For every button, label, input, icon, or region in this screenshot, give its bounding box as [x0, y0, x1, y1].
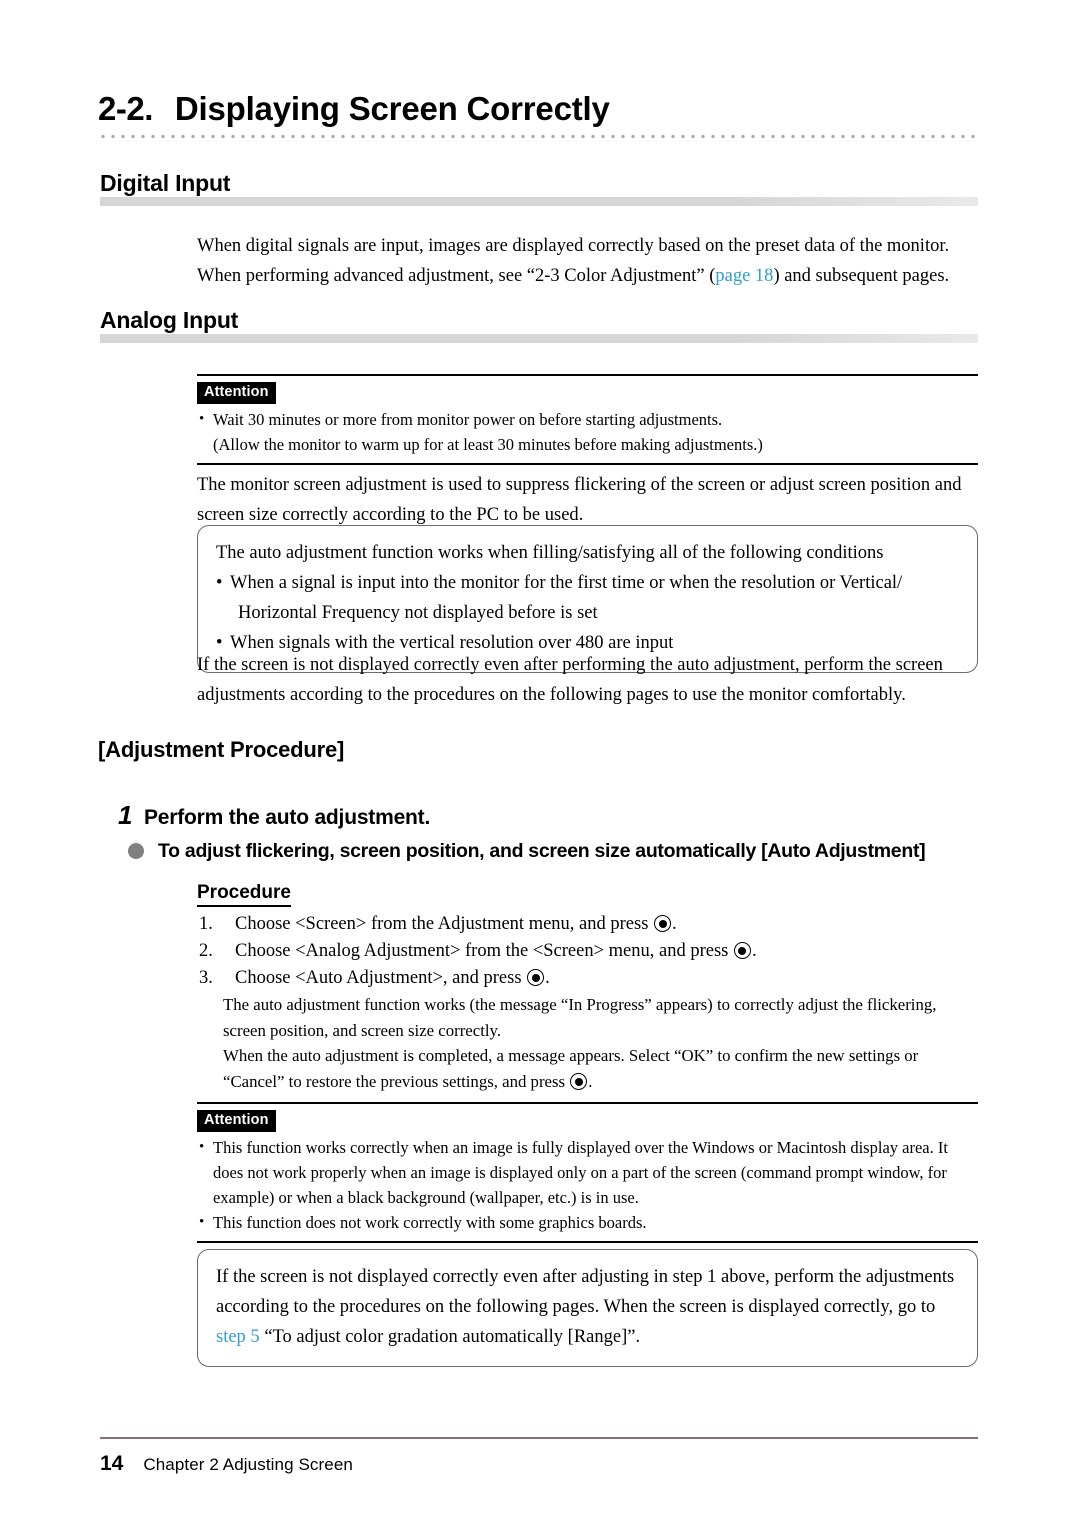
- attention-list: Wait 30 minutes or more from monitor pow…: [197, 407, 978, 457]
- footer-chapter-label: Chapter 2 Adjusting Screen: [143, 1455, 353, 1474]
- section-heading-rule: [100, 334, 978, 343]
- step-text-suffix: .: [751, 941, 757, 961]
- step-text-suffix: .: [545, 968, 550, 988]
- page-18-link[interactable]: page 18: [715, 266, 773, 286]
- digital-input-paragraph: When digital signals are input, images a…: [197, 231, 978, 291]
- enter-button-icon: [654, 915, 672, 932]
- step-text: Choose <Auto Adjustment>, and press: [235, 968, 522, 988]
- step-number: 1.: [199, 914, 213, 934]
- list-item: This function works correctly when an im…: [197, 1135, 978, 1210]
- enter-button-icon: [570, 1073, 588, 1090]
- attention-box-function-limits: Attention This function works correctly …: [197, 1102, 978, 1243]
- footer-page-number: 14: [100, 1452, 124, 1475]
- digital-input-line-2-prefix: When performing advanced adjustment, see…: [197, 266, 716, 286]
- section-heading-digital-input: Digital Input: [100, 170, 978, 206]
- section-heading-analog-input-label: Analog Input: [100, 307, 239, 333]
- page-title: 2-2. Displaying Screen Correctly: [98, 90, 980, 139]
- procedure-note-2-suffix: .: [588, 1072, 593, 1091]
- step-text: Choose <Screen> from the Adjustment menu…: [235, 914, 649, 934]
- list-item: Wait 30 minutes or more from monitor pow…: [197, 407, 978, 432]
- gray-bullet-icon: [128, 843, 144, 859]
- attention-badge: Attention: [197, 382, 276, 404]
- document-page: 2-2. Displaying Screen Correctly Digital…: [0, 0, 1080, 1527]
- step-5-link[interactable]: step 5: [216, 1327, 260, 1347]
- list-item: 3. Choose <Auto Adjustment>, and press .: [197, 965, 978, 992]
- next-steps-text: If the screen is not displayed correctly…: [216, 1262, 959, 1352]
- conditions-intro: The auto adjustment function works when …: [216, 543, 884, 563]
- procedure-note-1: The auto adjustment function works (the …: [223, 995, 937, 1040]
- list-item: 2. Choose <Analog Adjustment> from the <S…: [197, 938, 978, 965]
- digital-input-line-1: When digital signals are input, images a…: [197, 236, 950, 256]
- step-number: 2.: [199, 941, 213, 961]
- attention-box-warmup: Attention Wait 30 minutes or more from m…: [197, 374, 978, 465]
- step-1: 1 Perform the auto adjustment.: [118, 801, 430, 832]
- title-dotted-rule: [98, 134, 980, 139]
- step-text-suffix: .: [672, 914, 677, 934]
- monitor-adjustment-intro-paragraph: The monitor screen adjustment is used to…: [197, 475, 962, 525]
- auto-adjustment-subheading: To adjust flickering, screen position, a…: [128, 839, 988, 863]
- auto-adjustment-subheading-label: To adjust flickering, screen position, a…: [158, 840, 926, 862]
- attention-list: This function works correctly when an im…: [197, 1135, 978, 1235]
- footer: 14 Chapter 2 Adjusting Screen: [100, 1452, 353, 1477]
- step-1-text: Perform the auto adjustment.: [144, 806, 431, 829]
- page-title-text: Displaying Screen Correctly: [174, 90, 610, 127]
- list-item: Horizontal Frequency not displayed befor…: [238, 603, 598, 623]
- after-conditions-paragraph: If the screen is not displayed correctly…: [197, 655, 943, 705]
- next-steps-text-suffix: “To adjust color gradation automatically…: [259, 1327, 641, 1347]
- enter-button-icon: [527, 969, 545, 986]
- list-item: (Allow the monitor to warm up for at lea…: [213, 435, 763, 454]
- procedure-note-2: When the auto adjustment is completed, a…: [223, 1043, 978, 1095]
- section-heading-analog-input: Analog Input: [100, 307, 978, 343]
- procedure-step-list: 1. Choose <Screen> from the Adjustment me…: [197, 911, 978, 992]
- conditions-list: When a signal is input into the monitor …: [216, 568, 959, 658]
- digital-input-line-2-suffix: ) and subsequent pages.: [773, 266, 950, 286]
- procedure-heading: Procedure: [197, 882, 291, 907]
- step-1-number: 1: [118, 800, 133, 830]
- step-text: Choose <Analog Adjustment> from the <Scr…: [235, 941, 729, 961]
- footer-rule: [100, 1437, 978, 1439]
- next-steps-box: If the screen is not displayed correctly…: [197, 1249, 978, 1367]
- adjustment-procedure-heading: [Adjustment Procedure]: [98, 737, 345, 762]
- section-heading-digital-input-label: Digital Input: [100, 170, 231, 196]
- step-number: 3.: [199, 968, 213, 988]
- list-item: When a signal is input into the monitor …: [216, 568, 959, 598]
- section-heading-rule: [100, 197, 978, 206]
- list-item: 1. Choose <Screen> from the Adjustment me…: [197, 911, 978, 938]
- enter-button-icon: [733, 942, 751, 959]
- next-steps-text-prefix: If the screen is not displayed correctly…: [216, 1267, 955, 1317]
- attention-badge: Attention: [197, 1110, 276, 1132]
- list-item: This function does not work correctly wi…: [197, 1210, 978, 1235]
- page-title-number: 2-2.: [98, 90, 153, 127]
